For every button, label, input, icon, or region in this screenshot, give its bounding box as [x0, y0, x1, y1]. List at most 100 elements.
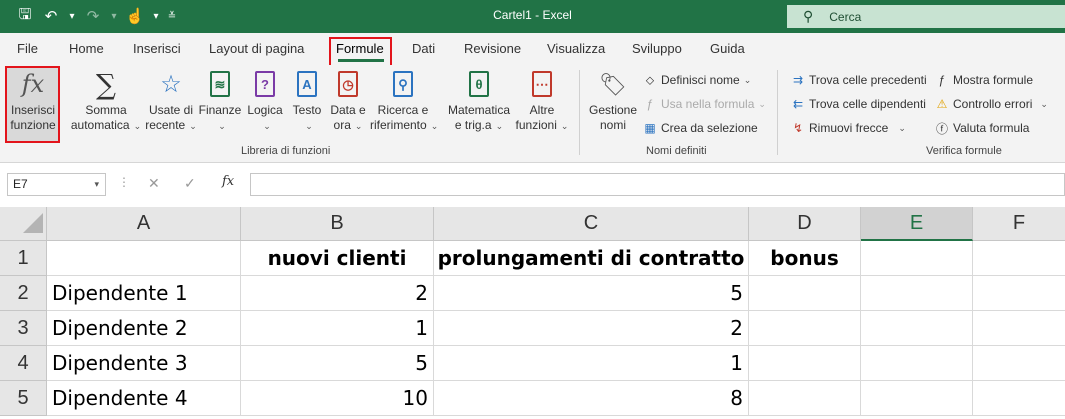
column-header-c[interactable]: C	[434, 207, 749, 241]
chevron-down-icon: ▾	[94, 179, 99, 189]
cell-f4[interactable]	[973, 346, 1065, 381]
sigma-icon: ∑	[96, 67, 116, 101]
enter-icon[interactable]: ✓	[184, 175, 196, 192]
insert-function-button[interactable]: fx Inserisci funzione	[8, 69, 58, 133]
text-book-icon: A	[297, 71, 317, 97]
tab-home[interactable]: Home	[69, 41, 104, 56]
cell-d5[interactable]	[749, 381, 861, 416]
select-all-triangle	[23, 213, 43, 233]
cell-b2[interactable]: 2	[241, 276, 434, 311]
date-time-button[interactable]: ◷ Data e ora ⌄	[328, 69, 368, 134]
define-name-button[interactable]: ⬦ Definisci nome ⌄	[642, 72, 751, 88]
cell-d2[interactable]	[749, 276, 861, 311]
trace-precedents-button[interactable]: ⇉ Trova celle precedenti	[790, 72, 927, 88]
row-header-1[interactable]: 1	[0, 241, 47, 276]
cell-c1[interactable]: prolungamenti di contratto	[434, 241, 749, 276]
show-formulas-icon: ƒ	[938, 73, 946, 87]
cell-a3[interactable]: Dipendente 2	[47, 311, 241, 346]
lookup-book-icon: ⚲	[393, 71, 413, 97]
row-header-3[interactable]: 3	[0, 311, 47, 346]
tab-data[interactable]: Dati	[412, 41, 435, 56]
logical-button[interactable]: ? Logica ⌄	[244, 69, 286, 134]
error-checking-button[interactable]: ⚠ Controllo errori ⌄	[934, 96, 1048, 112]
tab-developer[interactable]: Sviluppo	[632, 41, 682, 56]
row-header-5[interactable]: 5	[0, 381, 47, 416]
group-label-formula-auditing: Verifica formule	[926, 145, 1002, 157]
cell-b3[interactable]: 1	[241, 311, 434, 346]
group-label-defined-names: Nomi definiti	[646, 145, 707, 157]
title-bar: 🖫 ↶ ▾ ↷ ▾ ☝ ▾ ≚ Cartel1 - Excel ⚲ Cerca	[0, 0, 1065, 33]
tag-small-icon: ⬦	[645, 72, 655, 87]
cell-a2[interactable]: Dipendente 1	[47, 276, 241, 311]
cell-e4[interactable]	[861, 346, 973, 381]
cell-c4[interactable]: 1	[434, 346, 749, 381]
insert-function-icon[interactable]: fx	[222, 174, 234, 189]
evaluate-formula-button[interactable]: ⓕ Valuta formula	[934, 120, 1030, 136]
lookup-reference-button[interactable]: ⚲ Ricerca e riferimento ⌄	[370, 69, 438, 134]
use-in-formula-button[interactable]: ƒ Usa nella formula ⌄	[642, 96, 766, 112]
tag-icon: 🏷	[599, 71, 627, 97]
remove-arrows-button[interactable]: ↯ Rimuovi frecce ⌄	[790, 120, 906, 136]
create-from-selection-button[interactable]: ▦ Crea da selezione	[642, 120, 757, 136]
cell-e3[interactable]	[861, 311, 973, 346]
evaluate-formula-icon: ⓕ	[935, 121, 948, 136]
cell-b1[interactable]: nuovi clienti	[241, 241, 434, 276]
column-header-f[interactable]: F	[973, 207, 1065, 241]
tab-view[interactable]: Visualizza	[547, 41, 605, 56]
more-options-icon: ⋮	[118, 175, 130, 189]
search-icon: ⚲	[803, 8, 814, 24]
column-header-e[interactable]: E	[861, 207, 973, 241]
theta-book-icon: θ	[469, 71, 489, 97]
tab-help[interactable]: Guida	[710, 41, 745, 56]
cell-e2[interactable]	[861, 276, 973, 311]
trace-dependents-button[interactable]: ⇇ Trova celle dipendenti	[790, 96, 926, 112]
more-functions-button[interactable]: ⋯ Altre funzioni ⌄	[514, 69, 570, 134]
use-formula-icon: ƒ	[646, 97, 654, 111]
cell-d1[interactable]: bonus	[749, 241, 861, 276]
cell-d3[interactable]	[749, 311, 861, 346]
cell-a4[interactable]: Dipendente 3	[47, 346, 241, 381]
cell-e5[interactable]	[861, 381, 973, 416]
cell-c5[interactable]: 8	[434, 381, 749, 416]
text-button[interactable]: A Testo ⌄	[288, 69, 326, 134]
active-tab-highlight	[329, 37, 392, 67]
cell-d4[interactable]	[749, 346, 861, 381]
more-book-icon: ⋯	[532, 71, 552, 97]
tab-page-layout[interactable]: Layout di pagina	[209, 41, 304, 56]
show-formulas-button[interactable]: ƒ Mostra formule	[934, 72, 1033, 88]
row-header-2[interactable]: 2	[0, 276, 47, 311]
search-box[interactable]: ⚲ Cerca	[787, 5, 1065, 28]
name-manager-button[interactable]: 🏷 Gestione nomi	[586, 69, 640, 133]
column-header-a[interactable]: A	[47, 207, 241, 241]
tab-file[interactable]: File	[17, 41, 38, 56]
tab-review[interactable]: Revisione	[464, 41, 521, 56]
column-header-b[interactable]: B	[241, 207, 434, 241]
cell-c3[interactable]: 2	[434, 311, 749, 346]
warning-icon: ⚠	[936, 97, 948, 111]
cell-a1[interactable]	[47, 241, 241, 276]
financial-button[interactable]: ≋ Finanze ⌄	[198, 69, 242, 134]
tab-insert[interactable]: Inserisci	[133, 41, 181, 56]
recently-used-button[interactable]: ☆ Usate di recente ⌄	[144, 69, 198, 134]
column-header-d[interactable]: D	[749, 207, 861, 241]
cancel-icon[interactable]: ✕	[148, 175, 160, 192]
name-box[interactable]: E7 ▾	[7, 173, 106, 196]
cell-e1[interactable]	[861, 241, 973, 276]
autosum-button[interactable]: ∑ Somma automatica ⌄	[68, 69, 144, 134]
cell-b5[interactable]: 10	[241, 381, 434, 416]
cell-f2[interactable]	[973, 276, 1065, 311]
row-header-4[interactable]: 4	[0, 346, 47, 381]
cell-f5[interactable]	[973, 381, 1065, 416]
fx-icon: fx	[21, 69, 45, 98]
search-label: Cerca	[829, 9, 862, 24]
cell-b4[interactable]: 5	[241, 346, 434, 381]
coins-icon: ≋	[210, 71, 230, 97]
formula-input[interactable]	[250, 173, 1065, 196]
cell-f3[interactable]	[973, 311, 1065, 346]
cell-a5[interactable]: Dipendente 4	[47, 381, 241, 416]
cell-c2[interactable]: 5	[434, 276, 749, 311]
cell-f1[interactable]	[973, 241, 1065, 276]
math-trig-button[interactable]: θ Matematica e trig.a ⌄	[444, 69, 514, 134]
group-label-function-library: Libreria di funzioni	[241, 145, 331, 157]
trace-dependents-icon: ⇇	[792, 97, 804, 111]
